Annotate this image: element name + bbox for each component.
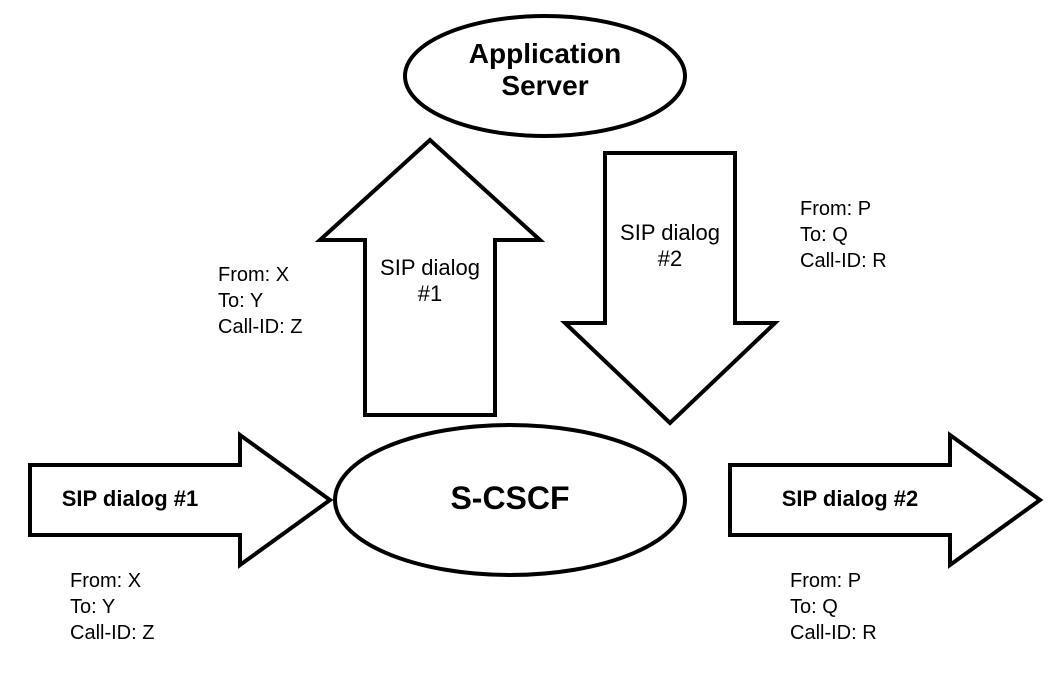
sip-dialog-1-up-label: SIP dialog #1 bbox=[345, 255, 515, 308]
sip1-in-callid: Call-ID: Z bbox=[70, 620, 154, 646]
app-server-line1: Application bbox=[400, 38, 690, 70]
sip-dialog-2-down-arrow bbox=[555, 148, 785, 428]
sip-dialog-2-out-headers: From: P To: Q Call-ID: R bbox=[790, 568, 877, 646]
sip2-down-from: From: P bbox=[800, 196, 887, 222]
sip2-out-to: To: Q bbox=[790, 594, 877, 620]
sip2-out-from: From: P bbox=[790, 568, 877, 594]
diagram-canvas: { "nodes": { "app_server": { "line1": "A… bbox=[0, 0, 1064, 688]
sip-dialog-1-up-headers: From: X To: Y Call-ID: Z bbox=[218, 262, 302, 340]
sip2-down-callid: Call-ID: R bbox=[800, 248, 887, 274]
app-server-line2: Server bbox=[400, 70, 690, 102]
sip2-down-l2: #2 bbox=[595, 246, 745, 272]
sip-dialog-1-in-label: SIP dialog #1 bbox=[40, 486, 220, 512]
sip1-up-callid: Call-ID: Z bbox=[218, 314, 302, 340]
sip1-up-to: To: Y bbox=[218, 288, 302, 314]
sip-dialog-2-out-label: SIP dialog #2 bbox=[760, 486, 940, 512]
sip1-in-to: To: Y bbox=[70, 594, 154, 620]
sip-dialog-2-down-label: SIP dialog #2 bbox=[595, 220, 745, 273]
s-cscf-label: S-CSCF bbox=[330, 480, 690, 517]
sip-dialog-2-down-headers: From: P To: Q Call-ID: R bbox=[800, 196, 887, 274]
sip1-in-from: From: X bbox=[70, 568, 154, 594]
application-server-label: Application Server bbox=[400, 38, 690, 102]
sip1-up-l2: #1 bbox=[345, 281, 515, 307]
sip2-down-l1: SIP dialog bbox=[595, 220, 745, 246]
sip1-up-l1: SIP dialog bbox=[345, 255, 515, 281]
sip2-down-to: To: Q bbox=[800, 222, 887, 248]
sip-dialog-1-in-headers: From: X To: Y Call-ID: Z bbox=[70, 568, 154, 646]
sip2-out-callid: Call-ID: R bbox=[790, 620, 877, 646]
sip1-up-from: From: X bbox=[218, 262, 302, 288]
